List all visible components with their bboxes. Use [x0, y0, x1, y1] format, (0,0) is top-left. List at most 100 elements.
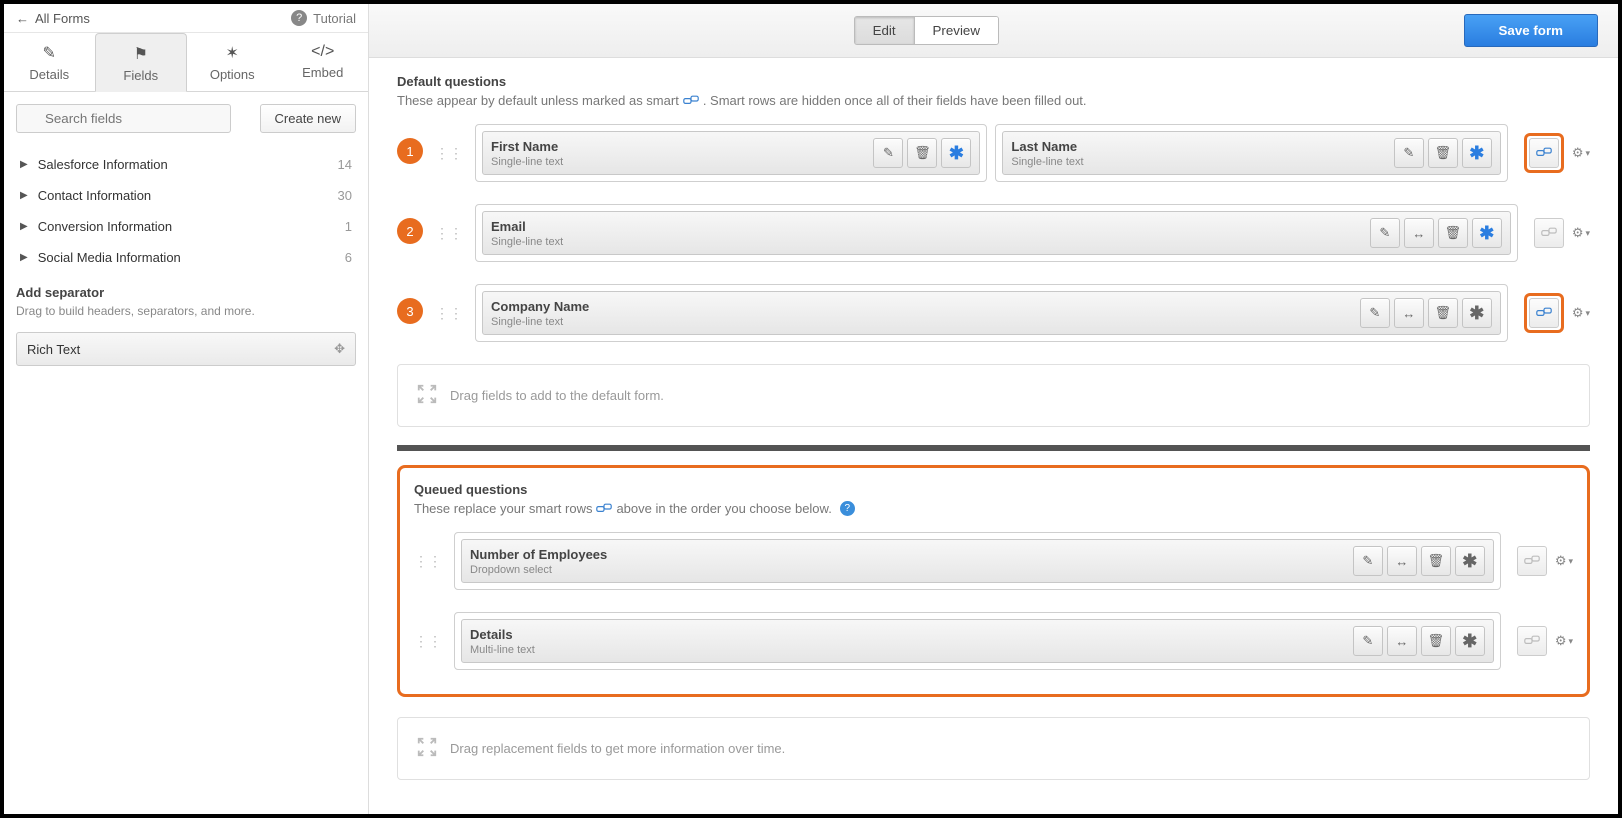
field-name: Number of Employees [470, 547, 1349, 562]
pencil-icon: ✎ [1362, 633, 1373, 649]
category-count: 6 [345, 250, 352, 265]
required-toggle[interactable]: ✱ [941, 138, 971, 168]
create-new-button[interactable]: Create new [260, 104, 356, 133]
chevron-right-icon: ▶ [20, 159, 28, 170]
resize-field-button[interactable]: ↔ [1394, 298, 1424, 328]
preview-tab[interactable]: Preview [914, 17, 998, 44]
row-settings-menu[interactable]: ⚙▾ [1555, 633, 1573, 649]
help-icon: ? [291, 10, 307, 26]
gear-icon: ⚙ [1572, 225, 1584, 241]
field-name: Email [491, 219, 1366, 234]
field-details: Details Multi-line text ✎ ↔ 🗑 ✱ [454, 612, 1501, 670]
queued-dropzone[interactable]: Drag replacement fields to get more info… [397, 717, 1590, 780]
help-icon[interactable]: ? [840, 501, 855, 516]
required-toggle[interactable]: ✱ [1455, 546, 1485, 576]
category-label: Salesforce Information [38, 157, 168, 172]
delete-field-button[interactable]: 🗑 [907, 138, 937, 168]
trash-icon: 🗑 [1435, 305, 1452, 321]
resize-field-button[interactable]: ↔ [1404, 218, 1434, 248]
rich-text-label: Rich Text [27, 342, 80, 357]
chevron-down-icon: ▾ [1585, 148, 1590, 159]
trash-icon: 🗑 [1428, 553, 1445, 569]
delete-field-button[interactable]: 🗑 [1438, 218, 1468, 248]
field-name: First Name [491, 139, 869, 154]
back-to-all-forms[interactable]: ← All Forms [16, 11, 90, 26]
search-input[interactable] [16, 104, 231, 133]
field-type: Single-line text [1011, 156, 1389, 168]
arrows-horizontal-icon: ↔ [1395, 634, 1408, 649]
asterisk-icon: ✱ [1469, 143, 1484, 164]
resize-field-button[interactable]: ↔ [1387, 626, 1417, 656]
edit-field-button[interactable]: ✎ [1360, 298, 1390, 328]
required-toggle[interactable]: ✱ [1462, 298, 1492, 328]
delete-field-button[interactable]: 🗑 [1421, 626, 1451, 656]
resize-field-button[interactable]: ↔ [1387, 546, 1417, 576]
category-contact[interactable]: ▶ Contact Information 30 [16, 180, 356, 211]
edit-field-button[interactable]: ✎ [1370, 218, 1400, 248]
asterisk-icon: ✱ [1469, 303, 1484, 324]
smart-link-icon [683, 94, 699, 108]
category-conversion[interactable]: ▶ Conversion Information 1 [16, 211, 356, 242]
gear-icon: ✶ [187, 43, 278, 63]
tab-fields[interactable]: ⚑ Fields [95, 33, 188, 92]
pencil-icon: ✎ [1369, 305, 1380, 321]
tab-options[interactable]: ✶ Options [187, 33, 278, 91]
delete-field-button[interactable]: 🗑 [1428, 138, 1458, 168]
drag-handle-icon[interactable]: ⋮⋮ [414, 634, 442, 648]
smart-row-toggle[interactable] [1517, 546, 1547, 576]
smart-row-toggle[interactable] [1529, 298, 1559, 328]
queued-questions-highlight: Queued questions These replace your smar… [397, 465, 1590, 697]
smart-row-toggle[interactable] [1529, 138, 1559, 168]
view-toggle: Edit Preview [854, 16, 999, 45]
arrows-horizontal-icon: ↔ [1412, 226, 1425, 241]
edit-field-button[interactable]: ✎ [873, 138, 903, 168]
drag-handle-icon[interactable]: ⋮⋮ [435, 306, 463, 320]
field-name: Company Name [491, 299, 1356, 314]
delete-field-button[interactable]: 🗑 [1428, 298, 1458, 328]
save-form-button[interactable]: Save form [1464, 14, 1598, 47]
tab-details[interactable]: ✎ Details [4, 33, 95, 91]
dropzone-label: Drag fields to add to the default form. [450, 388, 664, 403]
asterisk-icon: ✱ [949, 143, 964, 164]
delete-field-button[interactable]: 🗑 [1421, 546, 1451, 576]
required-toggle[interactable]: ✱ [1472, 218, 1502, 248]
category-salesforce[interactable]: ▶ Salesforce Information 14 [16, 149, 356, 180]
edit-field-button[interactable]: ✎ [1353, 546, 1383, 576]
smart-row-toggle[interactable] [1534, 218, 1564, 248]
pencil-icon: ✎ [1379, 225, 1390, 241]
smart-row-highlight [1524, 293, 1564, 333]
category-social[interactable]: ▶ Social Media Information 6 [16, 242, 356, 273]
gear-icon: ⚙ [1572, 305, 1584, 321]
edit-tab[interactable]: Edit [855, 17, 914, 44]
asterisk-icon: ✱ [1462, 551, 1477, 572]
drag-handle-icon[interactable]: ⋮⋮ [414, 554, 442, 568]
required-toggle[interactable]: ✱ [1462, 138, 1492, 168]
chevron-down-icon: ▾ [1568, 636, 1573, 647]
chevron-down-icon: ▾ [1585, 308, 1590, 319]
row-settings-menu[interactable]: ⚙▾ [1572, 225, 1590, 241]
tab-embed[interactable]: </> Embed [278, 33, 369, 91]
rich-text-draggable[interactable]: Rich Text ✥ [16, 332, 356, 366]
edit-field-button[interactable]: ✎ [1353, 626, 1383, 656]
edit-field-button[interactable]: ✎ [1394, 138, 1424, 168]
field-name: Last Name [1011, 139, 1389, 154]
row-settings-menu[interactable]: ⚙▾ [1572, 145, 1590, 161]
row-settings-menu[interactable]: ⚙▾ [1555, 553, 1573, 569]
category-count: 30 [338, 188, 352, 203]
row-settings-menu[interactable]: ⚙▾ [1572, 305, 1590, 321]
default-dropzone[interactable]: Drag fields to add to the default form. [397, 364, 1590, 427]
back-arrow-icon: ← [16, 11, 29, 26]
tutorial-label: Tutorial [313, 11, 356, 26]
field-number-of-employees: Number of Employees Dropdown select ✎ ↔ … [454, 532, 1501, 590]
drag-handle-icon[interactable]: ⋮⋮ [435, 226, 463, 240]
drag-handle-icon[interactable]: ⋮⋮ [435, 146, 463, 160]
add-separator-subtitle: Drag to build headers, separators, and m… [16, 304, 356, 318]
smart-row-toggle[interactable] [1517, 626, 1547, 656]
chevron-down-icon: ▾ [1585, 228, 1590, 239]
tutorial-link[interactable]: ? Tutorial [291, 10, 356, 26]
pencil-icon: ✎ [1362, 553, 1373, 569]
asterisk-icon: ✱ [1479, 223, 1494, 244]
required-toggle[interactable]: ✱ [1455, 626, 1485, 656]
dropzone-label: Drag replacement fields to get more info… [450, 741, 785, 756]
field-company-name: Company Name Single-line text ✎ ↔ 🗑 ✱ [475, 284, 1508, 342]
